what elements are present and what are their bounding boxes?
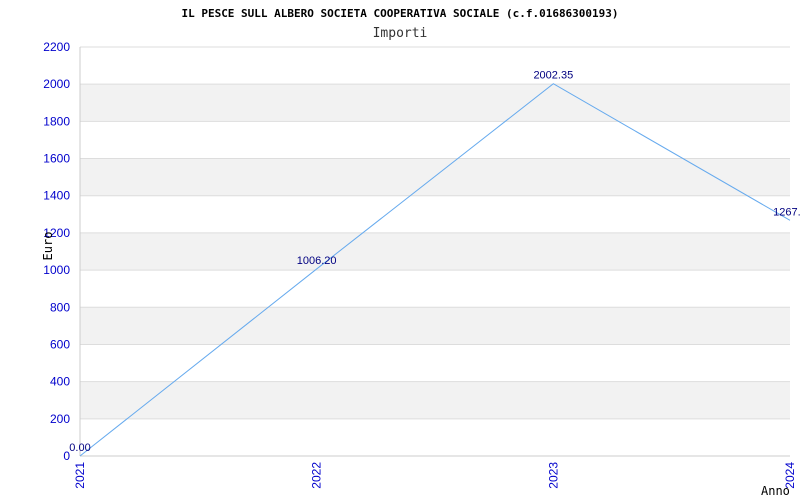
y-axis-label: Euro bbox=[41, 232, 55, 261]
grid-band bbox=[80, 307, 790, 345]
y-tick-label: 1800 bbox=[43, 114, 70, 128]
data-label: 1006.20 bbox=[297, 255, 337, 267]
grid-band bbox=[80, 232, 790, 271]
y-tick-label: 1400 bbox=[43, 189, 70, 203]
y-tick-label: 800 bbox=[50, 300, 70, 314]
data-label: 2002.35 bbox=[533, 70, 573, 82]
y-tick-label: 200 bbox=[50, 412, 70, 426]
y-tick-label: 2000 bbox=[43, 77, 70, 91]
line-chart: 0200400600800100012001400160018002000220… bbox=[41, 7, 800, 498]
y-tick-label: 400 bbox=[50, 375, 70, 389]
data-label: 1267.7 bbox=[773, 206, 800, 218]
x-tick-label: 2022 bbox=[310, 462, 324, 489]
y-tick-label: 600 bbox=[50, 337, 70, 351]
chart-title: IL PESCE SULL ALBERO SOCIETA COOPERATIVA… bbox=[181, 7, 618, 20]
y-tick-label: 1000 bbox=[43, 263, 70, 277]
y-tick-label: 2200 bbox=[43, 40, 70, 54]
data-label: 0.00 bbox=[69, 442, 90, 454]
grid-band bbox=[80, 381, 790, 419]
x-tick-label: 2023 bbox=[546, 462, 560, 489]
x-axis-label: Anno bbox=[761, 484, 790, 498]
grid-bands bbox=[80, 84, 790, 419]
y-tick-label: 1600 bbox=[43, 152, 70, 166]
x-tick-label: 2021 bbox=[73, 462, 87, 489]
grid-band bbox=[80, 84, 790, 122]
grid-band bbox=[80, 158, 790, 196]
chart-subtitle: Importi bbox=[373, 26, 428, 41]
x-tick-labels: 2021 2022 2023 2024 bbox=[73, 462, 797, 489]
